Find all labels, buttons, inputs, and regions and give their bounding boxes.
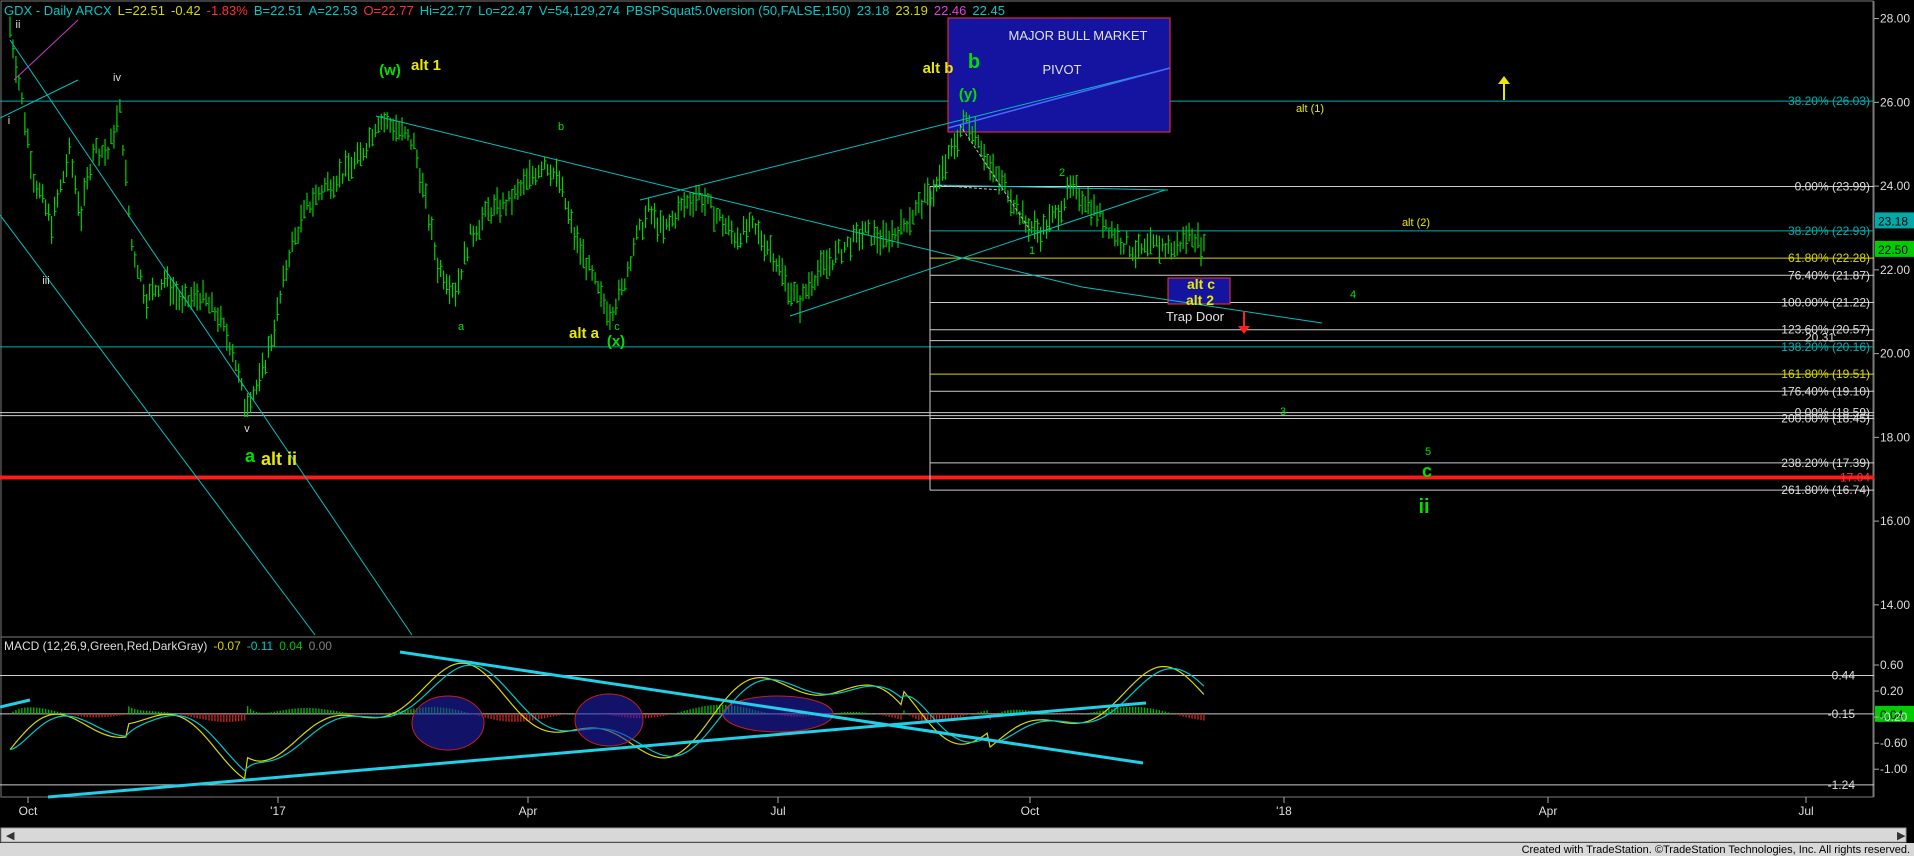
wave-label: 1 xyxy=(1029,245,1035,257)
wave-label: alt a xyxy=(569,325,600,342)
price-tick-label: 22.00 xyxy=(1880,263,1910,277)
scroll-left-arrow[interactable]: ◀ xyxy=(6,830,15,842)
header-field: -1.83% xyxy=(207,3,249,18)
wave-label: a xyxy=(245,446,256,466)
fib-label: 76.40% (21.87) xyxy=(1788,268,1870,282)
time-tick-label: Jul xyxy=(1798,804,1813,818)
wave-label: (y) xyxy=(959,86,977,103)
fib-label: 261.80% (16.74) xyxy=(1781,483,1870,497)
wave-label: alt c xyxy=(1187,276,1215,292)
header-field: 23.18 xyxy=(857,3,890,18)
header-field: A=22.53 xyxy=(309,3,358,18)
wave-label: c xyxy=(1422,461,1432,481)
wave-label: 3 xyxy=(1280,406,1286,418)
header-field: GDX - Daily ARCX xyxy=(4,3,112,18)
time-tick-label: Jul xyxy=(770,804,785,818)
wave-label: alt b xyxy=(923,60,954,77)
fib-label: 38.20% (22.93) xyxy=(1788,224,1870,238)
time-tick-label: '17 xyxy=(270,804,286,818)
header-field: 22.45 xyxy=(972,3,1005,18)
price-tick-label: 26.00 xyxy=(1880,95,1910,109)
wave-label: a xyxy=(458,321,465,333)
fib-label: 61.80% (22.28) xyxy=(1788,251,1870,265)
macd-level-label: -0.15 xyxy=(1828,707,1856,721)
header-field: Lo=22.47 xyxy=(478,3,533,18)
fib-label: 38.20% (26.03) xyxy=(1788,94,1870,108)
wave-label: alt (1) xyxy=(1296,103,1324,115)
time-tick-label: Oct xyxy=(19,804,38,818)
wave-label: ii xyxy=(1418,496,1429,518)
wave-label: ii xyxy=(16,19,21,31)
macd-highlight-ellipse xyxy=(574,693,644,747)
price-tick-label: 14.00 xyxy=(1880,598,1910,612)
header-field: 22.46 xyxy=(934,3,967,18)
macd-level-label: 0.44 xyxy=(1832,668,1856,682)
fib-label: 176.40% (19.10) xyxy=(1781,384,1870,398)
header-field: L=22.51 xyxy=(118,3,165,18)
macd-tick-label: 0.60 xyxy=(1880,658,1904,672)
wave-label: iv xyxy=(113,72,121,84)
macd-level-label: -1.24 xyxy=(1828,778,1856,792)
wave-label: v xyxy=(244,423,250,435)
wave-label: alt 2 xyxy=(1186,292,1214,308)
wave-label: 2 xyxy=(1059,167,1065,179)
wave-label: 4 xyxy=(1350,289,1356,301)
bull-market-pivot: PIVOT xyxy=(1042,62,1081,77)
macd-tick-label: 0.20 xyxy=(1880,684,1904,698)
macd-tick-label: -0.20 xyxy=(1880,710,1908,724)
wave-label: c xyxy=(614,321,620,333)
price-tick-label: 18.00 xyxy=(1880,430,1910,444)
price-flag-label: 22.50 xyxy=(1878,243,1908,257)
scroll-right-arrow[interactable]: ▶ xyxy=(1897,830,1906,842)
bull-market-title: MAJOR BULL MARKET xyxy=(1009,28,1148,43)
price-flag-label: 23.18 xyxy=(1878,214,1908,228)
wave-label: (x) xyxy=(607,333,625,350)
header-field: O=22.77 xyxy=(363,3,413,18)
fib-label: 138.20% (20.16) xyxy=(1781,340,1870,354)
wave-label: 5 xyxy=(1425,446,1431,458)
wave-label: alt ii xyxy=(261,449,297,469)
wave-label: (w) xyxy=(379,62,401,79)
time-scrollbar[interactable] xyxy=(0,827,1907,843)
macd-header-field: -0.11 xyxy=(247,639,274,653)
price-tick-label: 24.00 xyxy=(1880,179,1910,193)
macd-highlight-ellipse xyxy=(411,695,485,751)
wave-label: b xyxy=(558,121,564,133)
wave-label: b xyxy=(968,51,980,73)
price-tick-label: 20.00 xyxy=(1880,347,1910,361)
price-chart: iiiiiiivva alt ii(w) alt 1abcalt a (x)alt b… xyxy=(0,0,1914,856)
wave-label: i xyxy=(8,115,10,127)
macd-header-field: 0.00 xyxy=(309,639,333,653)
time-tick-label: '18 xyxy=(1276,804,1292,818)
macd-header-field: 0.04 xyxy=(279,639,303,653)
header-field: PBSPSquat5.0version (50,FALSE,150) xyxy=(626,3,851,18)
fib-label: 0.00% (23.99) xyxy=(1795,179,1870,193)
macd-tick-label: -1.00 xyxy=(1880,762,1908,776)
header-field: Hi=22.77 xyxy=(420,3,472,18)
wave-label: alt 1 xyxy=(411,57,441,74)
time-tick-label: Apr xyxy=(519,804,538,818)
fib-label: 238.20% (17.39) xyxy=(1781,456,1870,470)
header-field: 23.19 xyxy=(895,3,928,18)
header-field: V=54,129,274 xyxy=(539,3,620,18)
macd-header-field: MACD (12,26,9,Green,Red,DarkGray) xyxy=(4,639,207,653)
wave-label: iii xyxy=(42,275,49,287)
macd-tick-label: -0.60 xyxy=(1880,736,1908,750)
time-tick-label: Oct xyxy=(1021,804,1040,818)
wave-label: alt (2) xyxy=(1402,217,1430,229)
footer-credit: Created with TradeStation. ©TradeStation… xyxy=(1522,844,1910,856)
time-tick-label: Apr xyxy=(1539,804,1558,818)
macd-header-field: -0.07 xyxy=(213,639,241,653)
header-field: -0.42 xyxy=(171,3,201,18)
price-tick-label: 28.00 xyxy=(1880,12,1910,26)
macd-header: MACD (12,26,9,Green,Red,DarkGray) -0.07 -0… xyxy=(4,639,332,653)
header-field: B=22.51 xyxy=(254,3,303,18)
fib-label: 161.80% (19.51) xyxy=(1781,367,1870,381)
trap-door-label: Trap Door xyxy=(1166,309,1225,324)
price-tick-label: 16.00 xyxy=(1880,514,1910,528)
fib-label: 200.00% (18.45) xyxy=(1781,412,1870,426)
fib-label: 100.00% (21.22) xyxy=(1781,296,1870,310)
